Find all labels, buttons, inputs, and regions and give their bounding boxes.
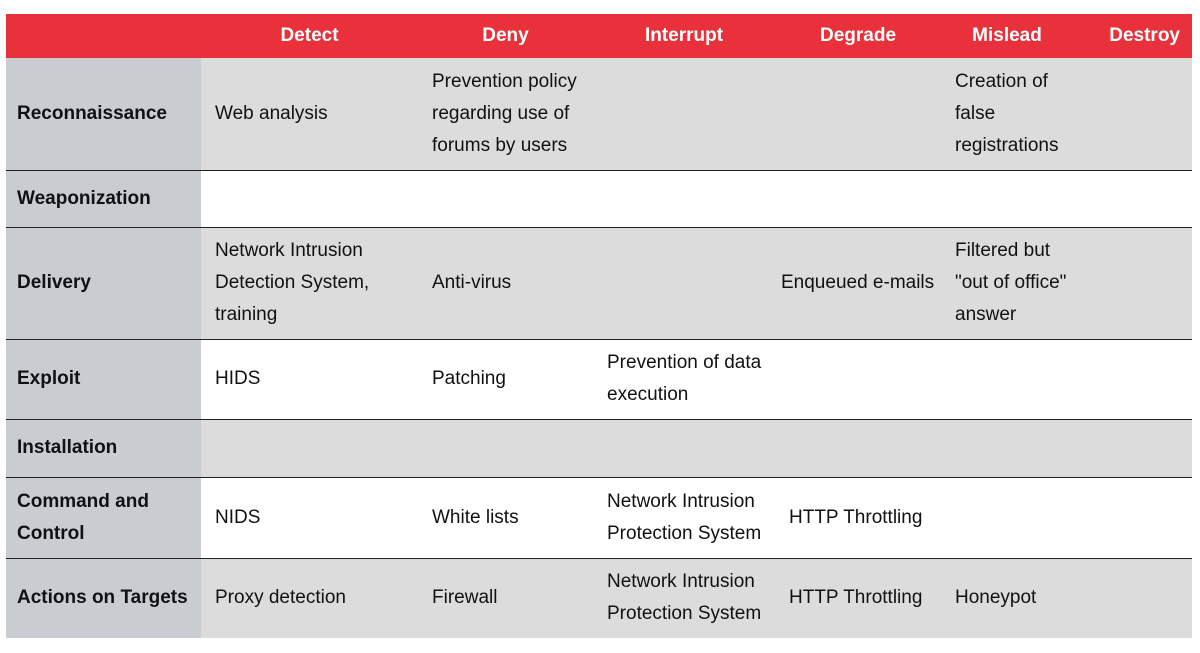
cell-detect xyxy=(201,418,418,477)
cell-degrade: HTTP Throttling xyxy=(775,557,941,638)
table-row: Reconnaissance Web analysis Prevention p… xyxy=(6,58,1192,170)
table-row: Exploit HIDS Patching Prevention of data… xyxy=(6,338,1192,419)
cell-interrupt xyxy=(593,226,775,339)
cell-degrade: HTTP Throttling xyxy=(775,476,941,558)
cell-detect: Web analysis xyxy=(201,58,418,170)
cell-destroy xyxy=(1073,169,1192,227)
cell-deny: Firewall xyxy=(418,557,593,638)
row-phase: Exploit xyxy=(6,338,201,419)
cell-degrade xyxy=(775,58,941,170)
cell-degrade xyxy=(775,338,941,419)
cell-interrupt: Network Intrusion Protection System xyxy=(593,557,775,638)
table-row: Actions on Targets Proxy detection Firew… xyxy=(6,557,1192,638)
header-degrade: Degrade xyxy=(775,14,941,58)
cell-mislead: Filtered but "out of office" answer xyxy=(941,226,1073,339)
cell-mislead xyxy=(941,338,1073,419)
cell-detect: Proxy detection xyxy=(201,557,418,638)
cell-interrupt xyxy=(593,418,775,477)
cell-degrade xyxy=(775,169,941,227)
cell-deny xyxy=(418,418,593,477)
cell-destroy xyxy=(1073,476,1192,558)
row-phase: Installation xyxy=(6,418,201,477)
cell-degrade xyxy=(775,418,941,477)
cell-detect xyxy=(201,169,418,227)
cell-interrupt xyxy=(593,169,775,227)
row-phase: Delivery xyxy=(6,226,201,339)
cell-deny xyxy=(418,169,593,227)
cell-detect: NIDS xyxy=(201,476,418,558)
cell-deny: Patching xyxy=(418,338,593,419)
cell-degrade: Enqueued e-mails xyxy=(775,226,941,339)
table-row: Installation xyxy=(6,418,1192,477)
header-detect: Detect xyxy=(201,14,418,58)
cell-mislead xyxy=(941,476,1073,558)
row-phase: Weaponization xyxy=(6,169,201,227)
header-row: Detect Deny Interrupt Degrade Mislead De… xyxy=(6,14,1192,58)
header-deny: Deny xyxy=(418,14,593,58)
cell-mislead xyxy=(941,418,1073,477)
cell-destroy xyxy=(1073,226,1192,339)
cell-interrupt: Prevention of data execution xyxy=(593,338,775,419)
header-mislead: Mislead xyxy=(941,14,1073,58)
row-phase: Reconnaissance xyxy=(6,58,201,170)
header-interrupt: Interrupt xyxy=(593,14,775,58)
cell-mislead xyxy=(941,169,1073,227)
table-row: Weaponization xyxy=(6,169,1192,227)
cell-interrupt: Network Intrusion Protection System xyxy=(593,476,775,558)
kill-chain-matrix: Detect Deny Interrupt Degrade Mislead De… xyxy=(6,14,1192,638)
cell-mislead: Creation of false registrations xyxy=(941,58,1073,170)
header-corner xyxy=(6,14,201,58)
table-row: Delivery Network Intrusion Detection Syst… xyxy=(6,226,1192,339)
table-row: Command and Control NIDS White lists Netw… xyxy=(6,476,1192,558)
matrix-table: Detect Deny Interrupt Degrade Mislead De… xyxy=(6,14,1192,638)
cell-deny: Prevention policy regarding use of forums … xyxy=(418,58,593,170)
row-phase: Actions on Targets xyxy=(6,557,201,638)
cell-detect: Network Intrusion Detection System, traini… xyxy=(201,226,418,339)
cell-deny: White lists xyxy=(418,476,593,558)
cell-destroy xyxy=(1073,338,1192,419)
cell-deny: Anti-virus xyxy=(418,226,593,339)
cell-destroy xyxy=(1073,557,1192,638)
cell-interrupt xyxy=(593,58,775,170)
row-phase: Command and Control xyxy=(6,476,201,558)
header-destroy: Destroy xyxy=(1073,14,1192,58)
cell-detect: HIDS xyxy=(201,338,418,419)
cell-destroy xyxy=(1073,58,1192,170)
cell-mislead: Honeypot xyxy=(941,557,1073,638)
cell-destroy xyxy=(1073,418,1192,477)
